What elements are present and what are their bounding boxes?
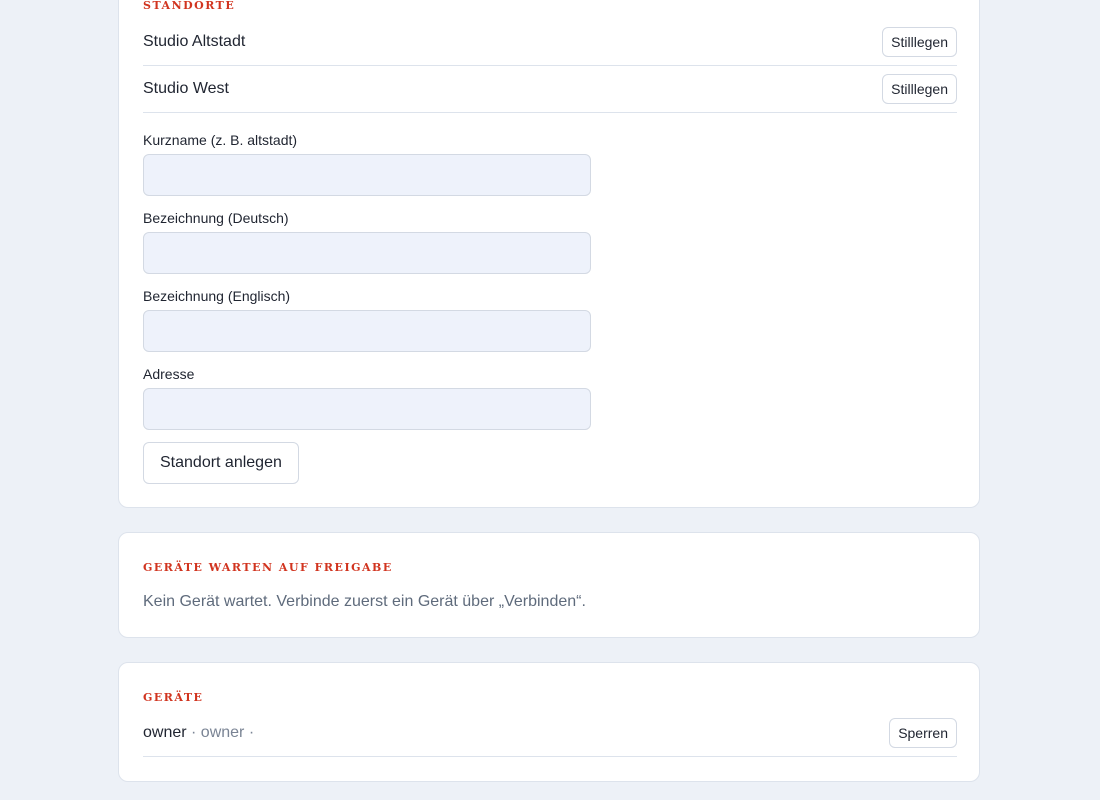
device-name: owner — [143, 724, 187, 741]
address-input[interactable] — [143, 388, 591, 430]
address-label: Adresse — [143, 366, 195, 382]
name-en-label: Bezeichnung (Englisch) — [143, 288, 291, 304]
shortname-input[interactable] — [143, 154, 591, 196]
location-row: Studio West Stilllegen — [143, 66, 957, 113]
device-row: owner · owner · Sperren — [143, 710, 957, 757]
devices-card: Geräte owner · owner · Sperren — [118, 662, 980, 782]
name-de-label: Bezeichnung (Deutsch) — [143, 210, 289, 226]
create-location-button[interactable]: Standort anlegen — [143, 442, 299, 484]
decommission-button[interactable]: Stilllegen — [882, 74, 957, 104]
name-en-input[interactable] — [143, 310, 591, 352]
block-device-button[interactable]: Sperren — [889, 718, 957, 748]
name-de-input[interactable] — [143, 232, 591, 274]
pending-empty-text: Kein Gerät wartet. Verbinde zuerst ein G… — [143, 593, 586, 610]
pending-devices-card: Geräte warten auf Freigabe Kein Gerät wa… — [118, 532, 980, 638]
location-name: Studio Altstadt — [143, 33, 246, 50]
pending-section-title: Geräte warten auf Freigabe — [143, 561, 393, 574]
decommission-button[interactable]: Stilllegen — [882, 27, 957, 57]
location-name: Studio West — [143, 80, 229, 97]
location-row: Studio Altstadt Stilllegen — [143, 19, 957, 66]
locations-section-title: Standorte — [143, 0, 236, 12]
devices-section-title: Geräte — [143, 691, 204, 704]
locations-card: Standorte Studio Altstadt Stilllegen Stu… — [118, 0, 980, 508]
device-label: owner · owner · — [143, 724, 254, 742]
shortname-label: Kurzname (z. B. altstadt) — [143, 132, 298, 148]
device-meta: · owner · — [186, 724, 255, 741]
